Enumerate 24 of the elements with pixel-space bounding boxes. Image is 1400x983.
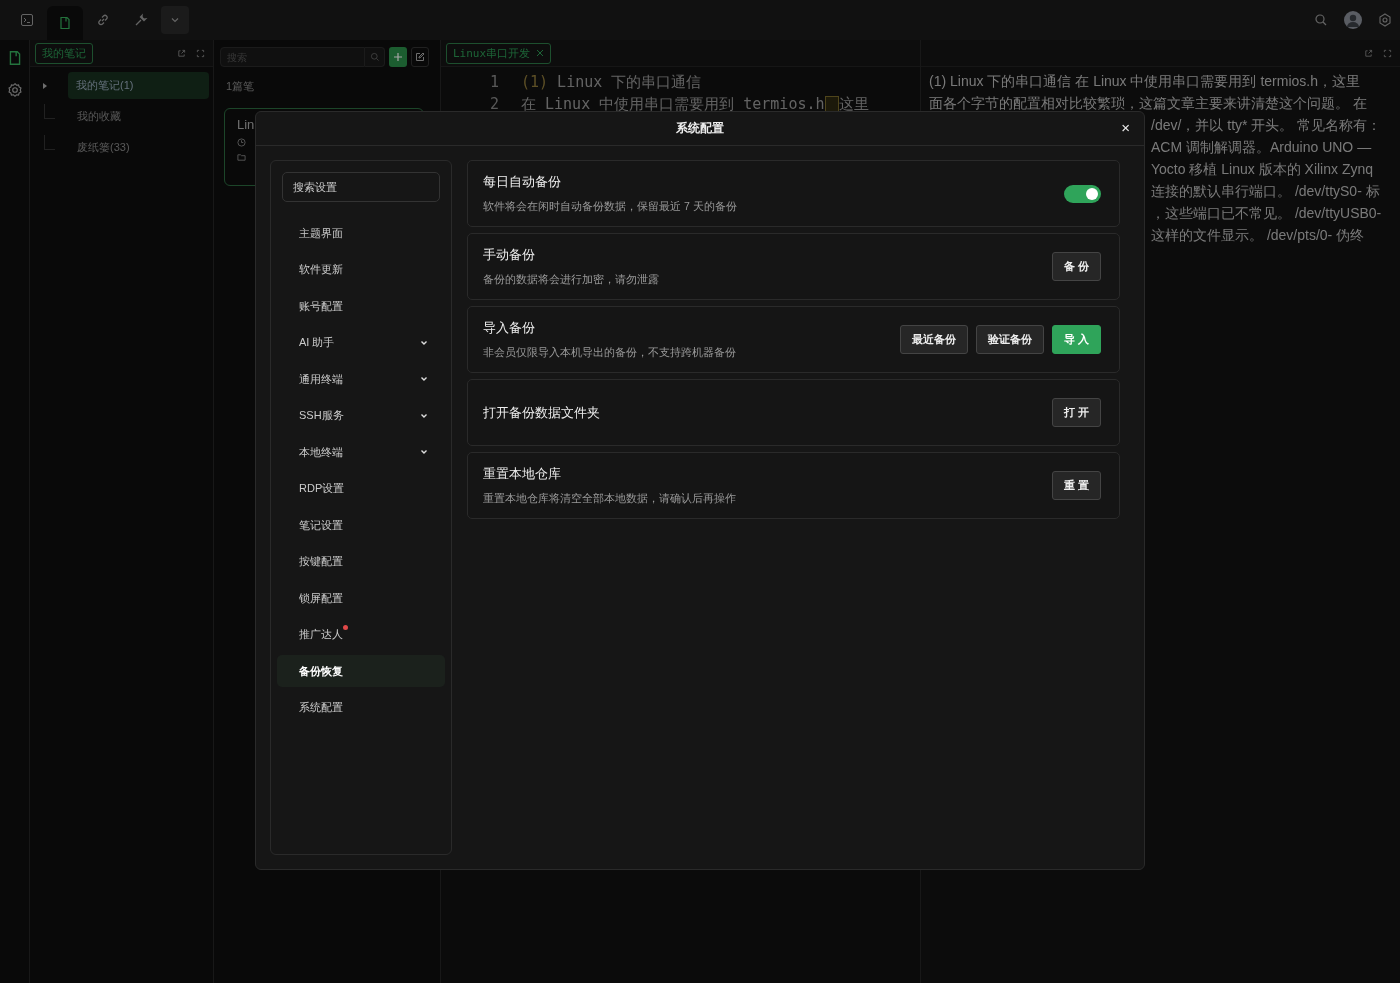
setting-title: 打开备份数据文件夹: [483, 403, 600, 422]
line-number: 2: [488, 95, 500, 113]
preview-text: ，这些端口已不常见。 /dev/ttyUSB0-: [1151, 204, 1382, 223]
preview-text: /dev/，并以 tty* 开头。 常见名称有：: [1151, 116, 1382, 135]
preview-text: ACM 调制解调器。Arduino UNO —: [1151, 138, 1372, 157]
setting-title: 导入备份: [483, 319, 536, 337]
setting-title: 手动备份: [483, 246, 536, 264]
preview-text: 面各个字节的配置相对比较繁琐，这篇文章主要来讲清楚这个问题。 在: [929, 94, 1367, 113]
preview-text: 连接的默认串行端口。 /dev/ttyS0- 标: [1151, 182, 1380, 201]
note-title: Lin: [237, 117, 255, 132]
setting-title: 每日自动备份: [483, 173, 562, 191]
preview-text: 这样的文件显示。 /dev/pts/0- 伪终: [1151, 226, 1365, 245]
setting-description: 软件将会在闲时自动备份数据，保留最近 7 天的备份: [483, 200, 737, 214]
line-number: 1: [488, 73, 500, 91]
preview-text: Yocto 移植 Linux 版本的 Xilinx Zynq: [1151, 160, 1373, 179]
preview-text: (1) Linux 下的串口通信 在 Linux 中使用串口需要用到 termios.h，这里: [929, 72, 1360, 91]
setting-title: 重置本地仓库: [483, 465, 562, 483]
code-line: 在 Linux 中使用串口需要用到 termios.h 这里: [521, 94, 869, 114]
code-line: (1) Linux 下的串口通信: [521, 72, 702, 92]
note-count: 1篇笔: [225, 79, 256, 94]
dialog-title: 系统配置: [676, 120, 724, 137]
setting-description: 备份的数据将会进行加密，请勿泄露: [483, 273, 659, 287]
setting-description: 非会员仅限导入本机导出的备份，不支持跨机器备份: [483, 346, 736, 360]
setting-description: 重置本地仓库将清空全部本地数据，请确认后再操作: [483, 492, 736, 506]
